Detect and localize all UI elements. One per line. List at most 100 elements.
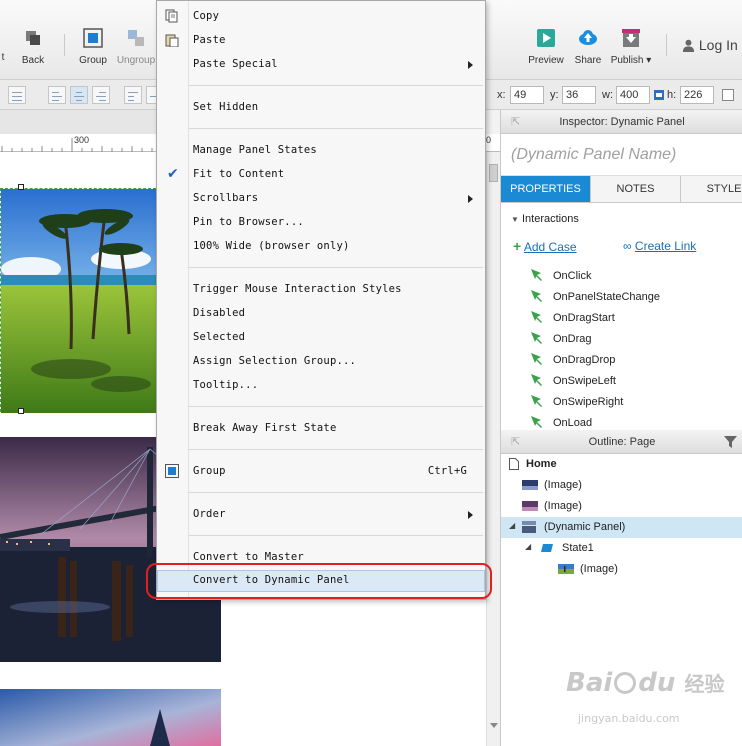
toolbar-divider (64, 34, 65, 56)
event-cursor-icon (531, 416, 542, 428)
event-onpanelstatechange[interactable]: OnPanelStateChange (501, 287, 742, 308)
outline-item-image[interactable]: (Image) (501, 496, 742, 517)
toolbar-cut-button[interactable]: t (0, 28, 8, 63)
cloud-upload-icon (579, 30, 597, 45)
collapse-icon[interactable]: ⇱ (511, 110, 520, 134)
menu-item-order[interactable]: Order (157, 504, 485, 526)
outline-item-image[interactable]: (Image) (501, 475, 742, 496)
ungroup-icon (128, 30, 144, 46)
menu-item-group[interactable]: Group Ctrl+G (157, 461, 485, 483)
event-onswipeleft[interactable]: OnSwipeLeft (501, 371, 742, 392)
list-format-button[interactable] (8, 86, 26, 104)
menu-item-tooltip[interactable]: Tooltip... (157, 375, 485, 397)
align-right-button[interactable] (92, 86, 110, 104)
event-cursor-icon (531, 374, 542, 386)
tab-notes[interactable]: NOTES (591, 176, 681, 202)
back-button[interactable]: Back (18, 28, 48, 66)
y-label: y: (550, 89, 559, 101)
menu-item-selected[interactable]: Selected (157, 327, 485, 349)
canvas-corner (0, 110, 156, 134)
event-onswiperight[interactable]: OnSwipeRight (501, 392, 742, 413)
scroll-down-arrow[interactable] (490, 723, 498, 728)
chain-link-icon: ∞ (623, 239, 632, 253)
collapse-icon[interactable]: ⇱ (511, 430, 520, 454)
add-case-link[interactable]: + Add Case (513, 238, 577, 254)
menu-item-100-wide[interactable]: 100% Wide (browser only) (157, 236, 485, 258)
event-ondragdrop[interactable]: OnDragDrop (501, 350, 742, 371)
tab-divider (501, 202, 742, 203)
plus-icon: + (513, 238, 522, 254)
menu-item-set-hidden[interactable]: Set Hidden (157, 97, 485, 119)
menu-item-paste[interactable]: Paste (157, 30, 485, 52)
palm-beach-image (1, 189, 157, 413)
submenu-arrow-icon (468, 511, 473, 519)
y-field[interactable]: 36 (562, 86, 596, 104)
outline-item-dynamic-panel[interactable]: ◢ (Dynamic Panel) (501, 517, 742, 538)
dynamic-panel-icon (522, 521, 536, 533)
h-label: h: (667, 89, 677, 101)
collapse-triangle-icon[interactable]: ◢ (525, 542, 531, 551)
menu-item-pin-to-browser[interactable]: Pin to Browser... (157, 212, 485, 234)
user-icon (682, 39, 695, 52)
collapse-triangle-icon[interactable]: ◢ (509, 521, 515, 530)
submenu-arrow-icon (468, 195, 473, 203)
menu-item-fit-to-content[interactable]: ✔ Fit to Content (157, 164, 485, 186)
filter-icon[interactable] (724, 436, 737, 448)
toolbar-divider (666, 34, 667, 56)
tab-style[interactable]: STYLE (681, 176, 742, 202)
panel-name-field[interactable]: (Dynamic Panel Name) (501, 134, 742, 176)
ungroup-button[interactable]: Ungroup (116, 28, 156, 66)
share-button[interactable]: Share (572, 28, 604, 66)
menu-item-trigger-mouse-styles[interactable]: Trigger Mouse Interaction Styles (157, 279, 485, 301)
menu-item-assign-selection-group[interactable]: Assign Selection Group... (157, 351, 485, 373)
event-ondrag[interactable]: OnDrag (501, 329, 742, 350)
menu-separator (189, 535, 483, 536)
submenu-arrow-icon (468, 61, 473, 69)
checkmark-icon: ✔ (167, 166, 179, 182)
menu-item-disabled[interactable]: Disabled (157, 303, 485, 325)
align-top-button[interactable] (124, 86, 142, 104)
event-cursor-icon (531, 269, 542, 281)
back-icon (26, 31, 40, 45)
event-ondragstart[interactable]: OnDragStart (501, 308, 742, 329)
outline-item-state1[interactable]: ◢ State1 (501, 538, 742, 559)
publish-button[interactable]: Publish ▾ (610, 28, 652, 66)
menu-separator (189, 492, 483, 493)
menu-item-manage-panel-states[interactable]: Manage Panel States (157, 140, 485, 162)
canvas-vertical-scrollbar[interactable] (486, 152, 500, 746)
menu-item-break-away-first-state[interactable]: Break Away First State (157, 418, 485, 440)
outline-item-home[interactable]: Home (501, 454, 742, 475)
inspector-header: ⇱ Inspector: Dynamic Panel (501, 110, 742, 134)
create-link-link[interactable]: ∞ Create Link (623, 239, 696, 253)
align-center-button[interactable] (70, 86, 88, 104)
x-field[interactable]: 49 (510, 86, 544, 104)
scroll-thumb[interactable] (489, 164, 498, 182)
tab-properties[interactable]: PROPERTIES (501, 176, 591, 202)
w-field[interactable]: 400 (616, 86, 650, 104)
menu-item-copy[interactable]: Copy (157, 6, 485, 28)
horizontal-ruler: 300 (0, 134, 156, 152)
dynamic-panel-selection[interactable] (0, 188, 157, 413)
event-onclick[interactable]: OnClick (501, 266, 742, 287)
group-icon (165, 464, 179, 478)
outline-item-image[interactable]: (Image) (501, 559, 742, 580)
preview-button[interactable]: Preview (528, 28, 564, 66)
event-cursor-icon (531, 395, 542, 407)
resize-handle[interactable] (18, 408, 24, 414)
resize-handle[interactable] (18, 184, 24, 190)
x-label: x: (497, 89, 506, 101)
paste-icon (165, 34, 179, 47)
menu-item-paste-special[interactable]: Paste Special (157, 54, 485, 76)
event-onload[interactable]: OnLoad (501, 413, 742, 430)
menu-item-scrollbars[interactable]: Scrollbars (157, 188, 485, 210)
interactions-section[interactable]: ▼ Interactions (511, 213, 579, 225)
hidden-checkbox[interactable] (722, 89, 734, 101)
lock-ratio-icon[interactable] (653, 89, 665, 101)
image-thumbnail-icon (522, 480, 538, 490)
outline-header: ⇱ Outline: Page (501, 430, 742, 454)
ruler-label: 0 (486, 135, 492, 145)
group-button[interactable]: Group (76, 28, 110, 66)
login-button[interactable]: Log In (682, 37, 738, 53)
align-left-button[interactable] (48, 86, 66, 104)
h-field[interactable]: 226 (680, 86, 714, 104)
